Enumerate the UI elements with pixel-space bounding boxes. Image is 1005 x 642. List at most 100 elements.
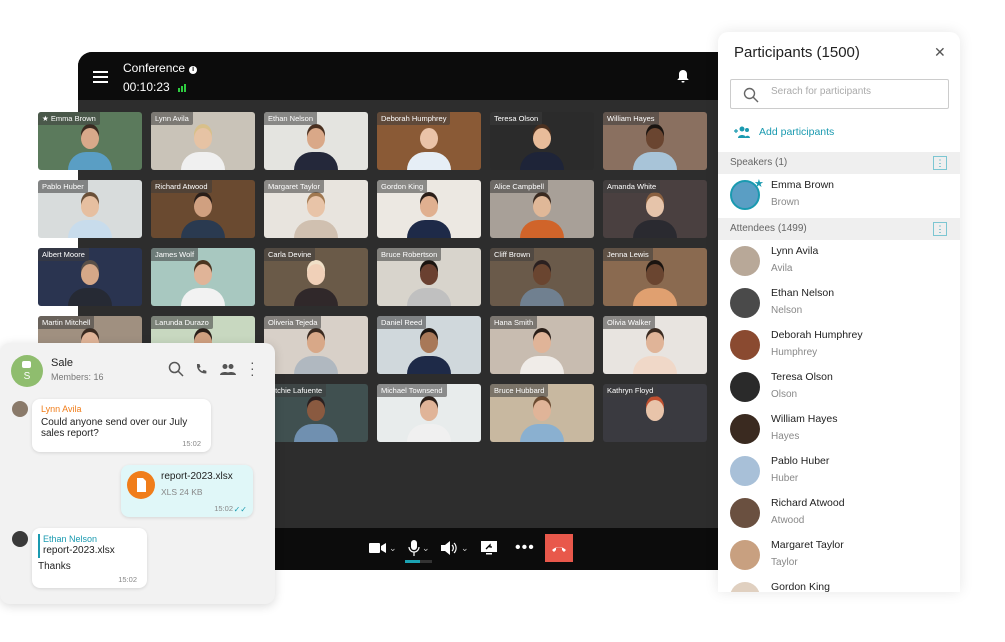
message-bubble: Ethan Nelson report-2023.xlsx Thanks 15:…: [32, 528, 147, 588]
participant-row[interactable]: Lynn Avila Avila: [718, 242, 960, 284]
file-icon: [127, 471, 155, 499]
tile-name-label: James Wolf: [151, 248, 199, 261]
tile-name-label: Teresa Olson: [490, 112, 543, 125]
video-tile[interactable]: Lynn Avila: [151, 112, 255, 170]
video-tile[interactable]: Hana Smith: [490, 316, 594, 374]
participant-video: [520, 260, 564, 306]
participant-row[interactable]: Richard Atwood Atwood: [718, 494, 960, 536]
add-participants-button[interactable]: Add participants: [734, 126, 834, 138]
menu-icon[interactable]: [93, 71, 108, 83]
video-tile[interactable]: Amanda White: [603, 180, 707, 238]
members-icon[interactable]: [220, 363, 236, 375]
video-tile[interactable]: Bruce Robertson: [377, 248, 481, 306]
chevron-down-icon[interactable]: ⌄: [461, 543, 469, 554]
message-text: Could anyone send over our July sales re…: [41, 417, 188, 439]
participant-row[interactable]: Margaret Taylor Taylor: [718, 536, 960, 578]
participant-video: [633, 124, 677, 170]
panel-title: Participants (1500): [734, 44, 860, 61]
video-tile[interactable]: Kathryn Floyd: [603, 384, 707, 442]
participant-row[interactable]: Ethan Nelson Nelson: [718, 284, 960, 326]
kebab-menu-icon[interactable]: · · ·: [250, 355, 255, 381]
participant-video: [407, 396, 451, 442]
participant-row[interactable]: William Hayes Hayes: [718, 410, 960, 452]
video-tile[interactable]: Alice Campbell: [490, 180, 594, 238]
more-options-button[interactable]: •••: [515, 536, 535, 560]
video-tile[interactable]: James Wolf: [151, 248, 255, 306]
tile-name-label: ★ Emma Brown: [38, 112, 100, 125]
video-tile[interactable]: Albert Moore: [38, 248, 142, 306]
video-tile[interactable]: Ritchie Lafuente: [264, 384, 368, 442]
tile-name-label: Albert Moore: [38, 248, 89, 261]
tile-name-label: Jenna Lewis: [603, 248, 653, 261]
call-timer: 00:10:23: [123, 80, 187, 95]
microphone-button[interactable]: ⌄: [408, 536, 430, 560]
avatar: [730, 330, 760, 360]
avatar: [730, 372, 760, 402]
phone-icon[interactable]: [195, 363, 207, 375]
conference-header: Conference i 00:10:23: [78, 52, 738, 100]
video-tile[interactable]: Ethan Nelson: [264, 112, 368, 170]
hang-up-button[interactable]: [545, 534, 573, 562]
participant-video: [520, 396, 564, 442]
video-tile[interactable]: Daniel Reed: [377, 316, 481, 374]
video-tile[interactable]: Gordon King: [377, 180, 481, 238]
video-tile[interactable]: Oliveria Tejeda: [264, 316, 368, 374]
video-tile[interactable]: Bruce Hubbard: [490, 384, 594, 442]
tile-name-label: Bruce Robertson: [377, 248, 442, 261]
more-dots-icon: •••: [515, 539, 535, 556]
speaker-button[interactable]: ⌄: [441, 536, 469, 560]
conference-title: Conference i: [123, 61, 198, 75]
chevron-down-icon[interactable]: ⌄: [422, 543, 430, 554]
avatar: [730, 498, 760, 528]
share-screen-button[interactable]: [480, 536, 498, 560]
video-tile[interactable]: Margaret Taylor: [264, 180, 368, 238]
tile-name-label: Carla Devine: [264, 248, 316, 261]
participant-video: [633, 396, 677, 442]
participant-row[interactable]: Gordon King: [718, 578, 960, 592]
participant-video: [407, 260, 451, 306]
camera-button[interactable]: ⌄: [369, 536, 397, 560]
video-tile[interactable]: Deborah Humphrey: [377, 112, 481, 170]
section-menu-icon[interactable]: ⋮: [933, 156, 947, 170]
video-tile[interactable]: Olivia Walker: [603, 316, 707, 374]
group-avatar[interactable]: S: [11, 355, 43, 387]
search-input[interactable]: [771, 86, 941, 97]
tile-name-label: Alice Campbell: [490, 180, 549, 193]
info-icon[interactable]: i: [189, 66, 198, 74]
chevron-down-icon[interactable]: ⌄: [389, 543, 397, 554]
participant-row[interactable]: ★ Emma Brown Brown: [718, 176, 960, 218]
video-tile[interactable]: Pablo Huber: [38, 180, 142, 238]
search-icon[interactable]: [168, 361, 184, 377]
tile-name-label: Larunda Durazo: [151, 316, 213, 329]
video-tile[interactable]: Teresa Olson: [490, 112, 594, 170]
file-message[interactable]: report-2023.xlsx XLS 24 KB 15:02 ✓✓: [121, 465, 253, 517]
tile-name-label: Cliff Brown: [490, 248, 535, 261]
tile-name-label: Bruce Hubbard: [490, 384, 549, 397]
participant-row[interactable]: Deborah Humphrey Humphrey: [718, 326, 960, 368]
read-receipt-icon: ✓✓: [233, 505, 247, 514]
video-tile[interactable]: Richard Atwood: [151, 180, 255, 238]
participant-video: [294, 396, 338, 442]
message-time: 15:02: [118, 575, 137, 584]
participant-search[interactable]: [730, 79, 949, 109]
close-icon[interactable]: ✕: [934, 44, 946, 61]
section-menu-icon[interactable]: ⋮: [933, 222, 947, 236]
tile-name-label: Oliveria Tejeda: [264, 316, 322, 329]
chat-panel: S Sale Members: 16 · · · Lynn Avila Could …: [0, 343, 275, 604]
video-tile[interactable]: Carla Devine: [264, 248, 368, 306]
participant-video: [181, 192, 225, 238]
video-tile[interactable]: Michael Townsend: [377, 384, 481, 442]
participant-row[interactable]: Pablo Huber Huber: [718, 452, 960, 494]
tile-name-label: Martin Mitchell: [38, 316, 95, 329]
video-tile[interactable]: Cliff Brown: [490, 248, 594, 306]
participant-video: [633, 328, 677, 374]
participant-row[interactable]: Teresa Olson Olson: [718, 368, 960, 410]
video-tile[interactable]: William Hayes: [603, 112, 707, 170]
participant-video: [633, 192, 677, 238]
bell-icon[interactable]: [676, 69, 690, 83]
tile-name-label: Pablo Huber: [38, 180, 88, 193]
signal-strength-icon: [177, 81, 187, 95]
video-tile[interactable]: ★ Emma Brown: [38, 112, 142, 170]
video-tile[interactable]: Jenna Lewis: [603, 248, 707, 306]
phone-hangup-icon: [552, 547, 566, 552]
